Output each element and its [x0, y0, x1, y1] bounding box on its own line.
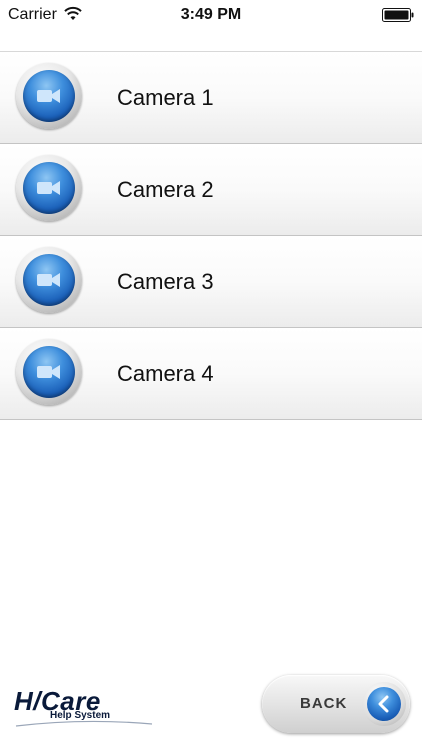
video-camera-icon	[37, 89, 60, 103]
camera-row-1[interactable]: Camera 1	[0, 51, 422, 144]
camera-badge	[16, 63, 82, 129]
camera-badge	[16, 247, 82, 313]
camera-label: Camera 1	[117, 85, 214, 110]
back-button[interactable]: BACK	[262, 675, 410, 733]
hicare-logo: H/Care Help System	[14, 686, 154, 730]
battery-icon	[382, 8, 414, 22]
clock: 3:49 PM	[180, 6, 242, 23]
camera-list: Camera 1 Camera 2 Camera 3 Camera 4	[0, 51, 422, 420]
logo-swoosh	[15, 720, 153, 727]
camera-row-4[interactable]: Camera 4	[0, 328, 422, 420]
camera-badge	[16, 155, 82, 221]
video-camera-icon	[37, 181, 60, 195]
video-camera-icon	[37, 273, 60, 287]
camera-label: Camera 2	[117, 177, 214, 202]
chevron-left-icon	[378, 695, 389, 713]
back-label: BACK	[300, 695, 348, 712]
camera-row-2[interactable]: Camera 2	[0, 144, 422, 236]
back-circle	[362, 682, 406, 726]
video-camera-icon	[37, 365, 60, 379]
camera-label: Camera 3	[117, 269, 214, 294]
camera-row-3[interactable]: Camera 3	[0, 236, 422, 328]
camera-label: Camera 4	[117, 361, 214, 386]
camera-badge	[16, 339, 82, 405]
status-bar: Carrier 3:49 PM	[0, 0, 422, 30]
